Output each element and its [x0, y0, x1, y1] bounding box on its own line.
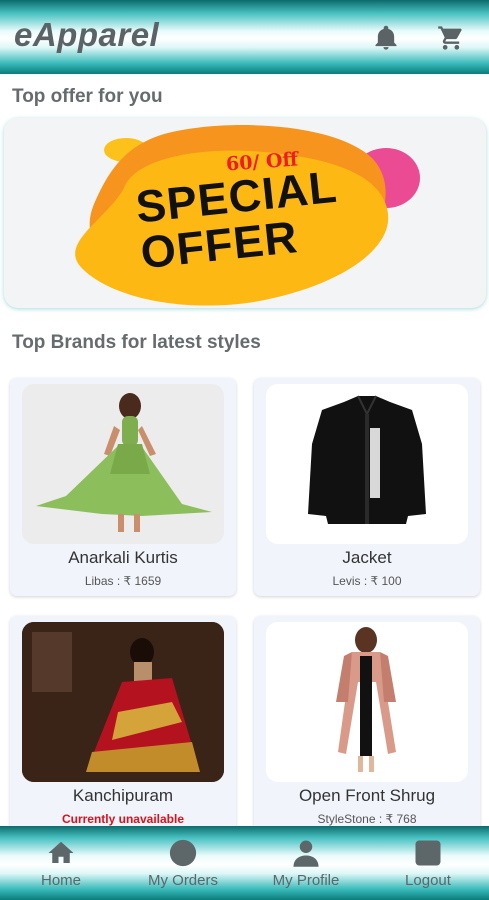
nav-my-orders[interactable]: My Orders	[128, 826, 238, 900]
product-name: Anarkali Kurtis	[68, 548, 178, 567]
nav-logout[interactable]: Logout	[373, 826, 483, 900]
cart-icon[interactable]	[436, 24, 466, 52]
product-brand-price: Levis : ₹ 100	[332, 574, 402, 588]
product-card-jacket[interactable]: Jacket Levis : ₹ 100	[254, 378, 480, 596]
product-availability: Currently unavailable	[61, 812, 185, 826]
product-image-anarkali	[22, 384, 224, 544]
bell-icon[interactable]	[372, 24, 400, 52]
nav-home[interactable]: Home	[6, 826, 116, 900]
product-card-kanchipuram[interactable]: Kanchipuram Currently unavailable	[10, 616, 236, 834]
product-brand-price: Libas : ₹ 1659	[84, 574, 162, 588]
product-name: Kanchipuram	[72, 786, 174, 805]
nav-logout-label: Logout	[405, 872, 451, 889]
product-name: Open Front Shrug	[298, 786, 436, 805]
special-offer-banner[interactable]: 60/ Off SPECIAL OFFER	[4, 118, 486, 308]
section-title-brands: Top Brands for latest styles	[12, 332, 261, 353]
nav-my-orders-label: My Orders	[147, 872, 218, 889]
section-title-top-offer: Top offer for you	[12, 86, 163, 107]
product-image-kanchipuram	[22, 622, 224, 782]
bottom-navigation: Home My Orders My Profile Logout	[0, 826, 489, 900]
square-icon	[415, 840, 441, 866]
app-title: eApparel	[14, 16, 160, 53]
product-card-anarkali[interactable]: Anarkali Kurtis Libas : ₹ 1659	[10, 378, 236, 596]
product-image-jacket	[266, 384, 468, 544]
product-brand-price: StyleStone : ₹ 768	[317, 812, 417, 826]
circle-icon	[169, 839, 197, 867]
nav-my-profile-label: My Profile	[272, 872, 340, 889]
product-image-shrug	[266, 622, 468, 782]
product-name: Jacket	[342, 548, 392, 567]
home-icon	[48, 841, 74, 863]
person-icon	[293, 840, 319, 867]
nav-home-label: Home	[40, 872, 81, 889]
nav-my-profile[interactable]: My Profile	[251, 826, 361, 900]
app-bar: eApparel	[0, 0, 489, 74]
product-card-shrug[interactable]: Open Front Shrug StyleStone : ₹ 768	[254, 616, 480, 834]
